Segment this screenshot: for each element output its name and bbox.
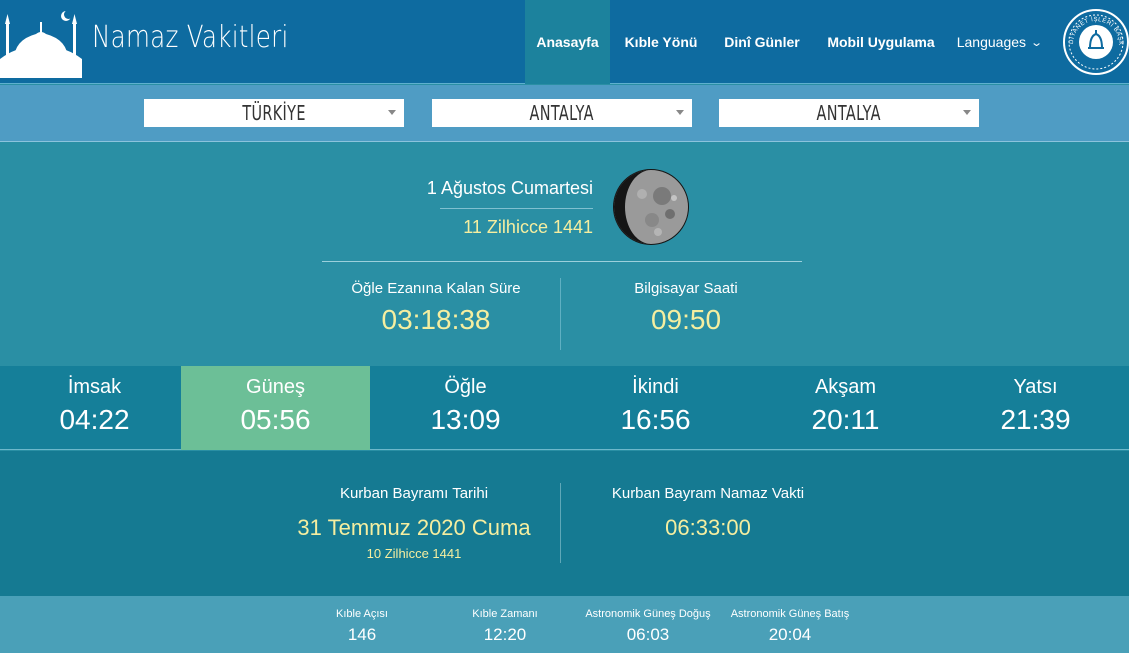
bayram-prayer-label: Kurban Bayram Namaz Vakti	[611, 485, 805, 502]
bayram-hijri-date: 10 Zilhicce 1441	[366, 546, 462, 561]
prayer-name: İkindi	[632, 376, 679, 398]
vertical-divider	[560, 278, 561, 350]
info-value: 06:03	[626, 625, 670, 644]
chevron-down-icon: ⌄	[1030, 36, 1044, 49]
dropdown-caret-icon	[963, 110, 971, 115]
prayer-time-yatsi: Yatsı 21:39	[941, 366, 1129, 450]
hijri-date: 11 Zilhicce 1441	[463, 217, 593, 237]
info-value: 146	[347, 625, 377, 644]
prayer-name: İmsak	[67, 376, 122, 398]
info-value: 20:04	[768, 625, 812, 644]
astronomy-info-bar: Kıble Açısı 146 Kıble Zamanı 12:20 Astro…	[0, 596, 1129, 653]
info-label: Astronomik Güneş Batış	[730, 608, 850, 620]
location-selector-bar: TÜRKİYE ANTALYA ANTALYA	[0, 85, 1129, 142]
countdown-label: Öğle Ezanına Kalan Süre	[351, 280, 521, 297]
nav-mobil-uygulama[interactable]: Mobil Uygulama	[815, 0, 947, 84]
info-value: 12:20	[483, 625, 527, 644]
province-value: ANTALYA	[529, 101, 595, 125]
nav-home[interactable]: Anasayfa	[525, 0, 610, 84]
countdown-value: 03:18:38	[381, 304, 491, 335]
prayer-time-gunes: Güneş 05:56	[181, 366, 370, 450]
prayer-time: 13:09	[430, 404, 501, 435]
nav-languages[interactable]: Languages ⌄	[951, 0, 1047, 84]
province-select[interactable]: ANTALYA	[432, 99, 692, 127]
prayer-time-ikindi: İkindi 16:56	[561, 366, 750, 450]
vertical-divider	[560, 483, 561, 563]
district-select[interactable]: ANTALYA	[719, 99, 979, 127]
prayer-time: 05:56	[240, 404, 311, 435]
country-value: TÜRKİYE	[242, 101, 306, 125]
prayer-time-aksam: Akşam 20:11	[751, 366, 940, 450]
languages-label: Languages	[956, 34, 1027, 50]
info-label: Kıble Açısı	[336, 608, 388, 620]
prayer-name: Güneş	[246, 376, 305, 398]
mosque-logo-icon[interactable]	[0, 4, 82, 78]
prayer-times-bar: İmsak 04:22 Güneş 05:56 Öğle 13:09 İkind…	[0, 366, 1129, 450]
clock-value: 09:50	[650, 304, 722, 335]
bayram-date-value: 31 Temmuz 2020 Cuma	[297, 515, 531, 540]
top-header: Namaz Vakitleri Anasayfa Kıble Yönü Dinî…	[0, 0, 1129, 84]
prayer-time: 04:22	[59, 404, 130, 435]
info-label: Astronomik Güneş Doğuş	[585, 608, 711, 620]
prayer-name: Öğle	[444, 376, 487, 398]
prayer-name: Akşam	[814, 376, 877, 398]
prayer-time: 16:56	[620, 404, 691, 435]
section-divider	[322, 261, 802, 262]
prayer-time-imsak: İmsak 04:22	[0, 366, 189, 450]
dropdown-caret-icon	[676, 110, 684, 115]
district-value: ANTALYA	[816, 101, 882, 125]
date-section: 1 Ağustos Cumartesi 11 Zilhicce 1441 Öğl…	[0, 143, 1129, 365]
prayer-time-ogle: Öğle 13:09	[371, 366, 560, 450]
gregorian-date: 1 Ağustos Cumartesi	[426, 178, 593, 198]
nav-kible-yonu[interactable]: Kıble Yönü	[614, 0, 708, 84]
diyanet-seal-logo[interactable]: DİYANET İŞLERİ BAŞKANLIĞI	[1061, 4, 1129, 78]
moon-phase-icon	[613, 169, 689, 245]
prayer-name: Yatsı	[1013, 376, 1058, 398]
info-label: Kıble Zamanı	[472, 608, 538, 620]
brand-title[interactable]: Namaz Vakitleri	[92, 20, 289, 55]
dropdown-caret-icon	[388, 110, 396, 115]
nav-dini-gunler[interactable]: Dinî Günler	[713, 0, 811, 84]
prayer-time: 20:11	[811, 404, 880, 435]
date-divider	[440, 208, 593, 209]
prayer-time: 21:39	[1000, 404, 1071, 435]
bayram-date-label: Kurban Bayramı Tarihi	[339, 485, 489, 502]
bayram-prayer-value: 06:33:00	[665, 515, 751, 540]
bayram-section: Kurban Bayramı Tarihi 31 Temmuz 2020 Cum…	[0, 451, 1129, 596]
country-select[interactable]: TÜRKİYE	[144, 99, 404, 127]
clock-label: Bilgisayar Saati	[634, 280, 738, 297]
